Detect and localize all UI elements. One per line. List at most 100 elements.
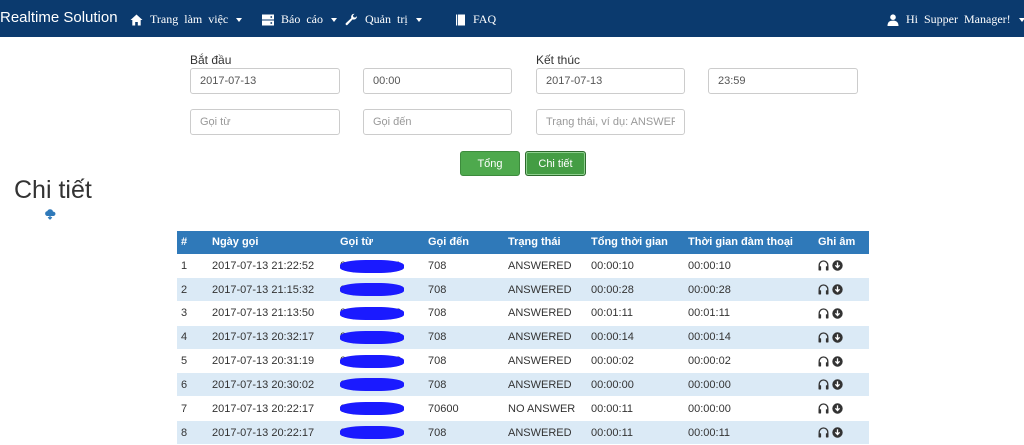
nav-word: Supper [924, 12, 958, 26]
download-circle-icon[interactable] [832, 403, 843, 414]
redaction-mark [340, 354, 404, 368]
cell-no: 5 [177, 348, 208, 373]
headphones-icon[interactable] [818, 403, 829, 414]
download-circle-icon[interactable] [832, 332, 843, 343]
cell-talk-time: 00:00:00 [684, 372, 814, 397]
cell-talk-time: 00:00:11 [684, 420, 814, 445]
headphones-icon[interactable] [818, 379, 829, 390]
download-circle-icon[interactable] [832, 308, 843, 319]
nav-word: Quản [365, 12, 391, 26]
cell-to: 708 [424, 420, 504, 445]
cell-status: ANSWERED [504, 420, 587, 445]
cell-to: 708 [424, 372, 504, 397]
cell-talk-time: 00:00:28 [684, 277, 814, 302]
start-label: Bắt đầu [190, 53, 232, 67]
nav-word: Trang [150, 12, 179, 26]
nav-word: Báo [281, 12, 301, 26]
table-header-row: # Ngày gọi Gọi từ Gọi đến Trạng thái Tổn… [177, 231, 869, 254]
table-row: 4 2017-07-13 20:32:17 0165432143 708 ANS… [177, 324, 869, 350]
column-header-status: Trạng thái [504, 231, 587, 254]
user-icon [887, 13, 899, 26]
cell-no: 3 [177, 301, 208, 326]
table-row: 1 2017-07-13 21:22:52 0987654321 708 ANS… [177, 253, 869, 278]
nav-faq-link[interactable]: FAQ [455, 12, 496, 27]
headphones-icon[interactable] [818, 284, 829, 295]
cell-total-time: 00:00:28 [587, 277, 684, 302]
cell-no: 1 [177, 253, 208, 278]
detail-button[interactable]: Chi tiết [525, 151, 586, 176]
cell-talk-time: 00:00:00 [684, 396, 814, 421]
table-row: 7 2017-07-13 20:22:17 0164567802 70600 N… [177, 396, 869, 421]
table-body: 1 2017-07-13 21:22:52 0987654321 708 ANS… [177, 253, 869, 445]
table-row: 5 2017-07-13 20:31:19 0169876243 708 ANS… [177, 348, 869, 373]
cell-to: 708 [424, 277, 504, 302]
cell-no: 4 [177, 324, 208, 350]
call-from-input[interactable] [190, 109, 340, 135]
cell-recording [814, 348, 869, 373]
table-row: 6 2017-07-13 20:30:02 0168123443 708 ANS… [177, 372, 869, 397]
home-icon [130, 14, 143, 25]
download-circle-icon[interactable] [832, 284, 843, 295]
table-row: 8 2017-07-13 20:22:17 0166543202 708 ANS… [177, 420, 869, 445]
end-date-input[interactable] [536, 68, 685, 94]
cell-date: 2017-07-13 20:31:19 [208, 348, 336, 373]
download-circle-icon[interactable] [832, 379, 843, 391]
cell-to: 708 [424, 324, 504, 350]
headphones-icon[interactable] [818, 332, 829, 343]
total-button[interactable]: Tổng [460, 151, 520, 176]
cell-no: 8 [177, 420, 208, 445]
cloud-download-icon [45, 209, 56, 220]
cell-status: NO ANSWER [504, 396, 587, 421]
cell-total-time: 00:01:11 [587, 301, 684, 326]
start-time-input[interactable] [363, 68, 512, 94]
headphones-icon[interactable] [818, 355, 829, 367]
column-header-total-time: Tổng thời gian [587, 231, 684, 254]
download-circle-icon[interactable] [832, 260, 843, 272]
headphones-icon[interactable] [818, 427, 829, 438]
server-icon [262, 14, 274, 25]
column-header-no: # [177, 231, 208, 254]
top-navbar: Realtime Solution Trang làm việc Báo cáo… [0, 0, 1024, 37]
cell-date: 2017-07-13 20:22:17 [208, 396, 336, 421]
status-input[interactable] [536, 109, 685, 135]
headphones-icon[interactable] [818, 308, 829, 319]
cell-from: 0166543202 [336, 420, 424, 445]
nav-workspace-menu[interactable]: Trang làm việc [130, 12, 243, 27]
cell-no: 6 [177, 372, 208, 397]
cell-recording [814, 301, 869, 326]
redaction-mark [340, 307, 404, 321]
headphones-icon[interactable] [818, 260, 829, 271]
cell-talk-time: 00:00:14 [684, 324, 814, 350]
cell-total-time: 00:00:00 [587, 372, 684, 397]
end-time-input[interactable] [708, 68, 858, 94]
nav-word: FAQ [473, 12, 497, 26]
column-header-date: Ngày gọi [208, 231, 336, 254]
cell-total-time: 00:00:11 [587, 420, 684, 445]
start-date-input[interactable] [190, 68, 340, 94]
cell-total-time: 00:00:11 [587, 396, 684, 421]
wrench-icon [345, 13, 358, 26]
cell-from: 0165432143 [336, 324, 424, 350]
cell-date: 2017-07-13 20:30:02 [208, 372, 336, 397]
cell-date: 2017-07-13 21:15:32 [208, 277, 336, 302]
page-title: Chi tiết [14, 176, 92, 204]
cell-from: 0968123456 [336, 301, 424, 326]
nav-word: việc [208, 12, 229, 26]
cell-recording [814, 372, 869, 397]
column-header-recording: Ghi âm [814, 231, 869, 254]
cell-no: 7 [177, 396, 208, 421]
cell-to: 708 [424, 301, 504, 326]
download-circle-icon[interactable] [832, 355, 843, 367]
download-circle-icon[interactable] [832, 427, 843, 438]
brand-logo[interactable]: Realtime Solution [0, 9, 118, 26]
cell-date: 2017-07-13 21:13:50 [208, 301, 336, 326]
nav-user-menu[interactable]: Hi Supper Manager! [887, 12, 1024, 27]
call-to-input[interactable] [363, 109, 512, 135]
cell-status: ANSWERED [504, 253, 587, 278]
cell-no: 2 [177, 277, 208, 302]
nav-admin-menu[interactable]: Quản trị [345, 12, 422, 27]
table-row: 2 2017-07-13 21:15:32 0168412345 708 ANS… [177, 277, 869, 302]
nav-report-menu[interactable]: Báo cáo [262, 12, 337, 27]
cell-recording [814, 253, 869, 278]
redaction-mark [340, 378, 404, 392]
